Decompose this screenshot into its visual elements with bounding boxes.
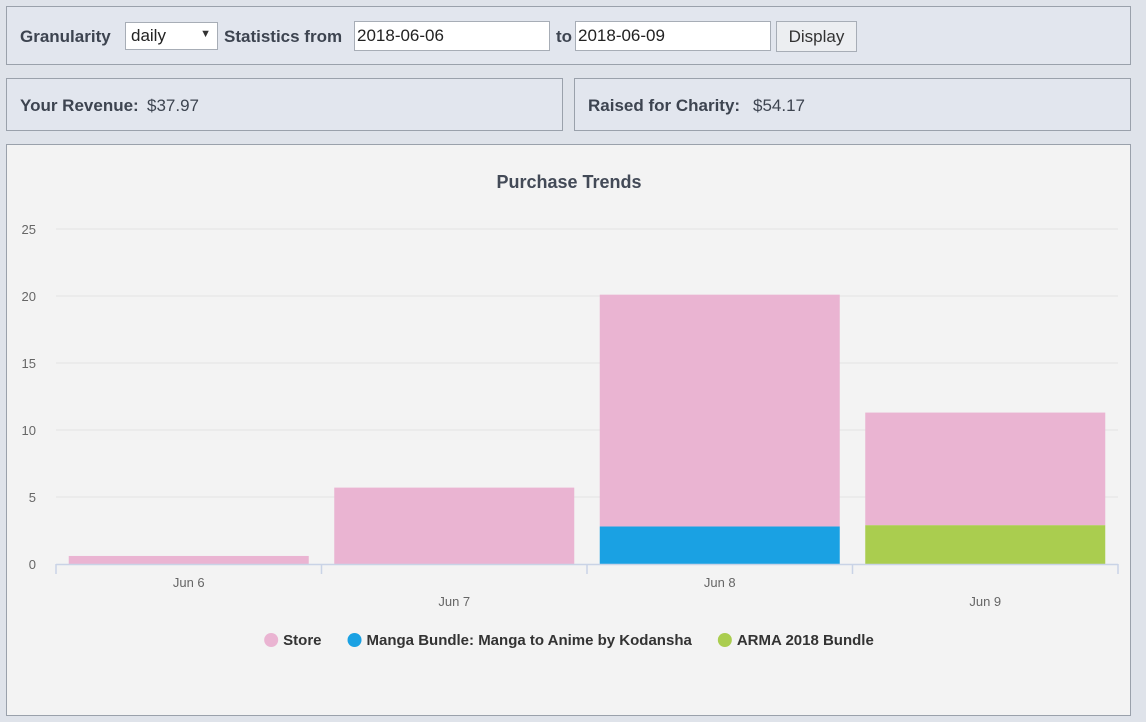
bars-layer <box>68 294 1106 564</box>
filter-bar: Granularity daily ▼ Statistics from 2018… <box>6 6 1131 65</box>
x-tick-label: Jun 7 <box>438 594 470 609</box>
legend-marker <box>717 633 732 647</box>
charity-label: Raised for Charity: <box>588 96 741 115</box>
statistics-from-label: Statistics from <box>224 27 343 46</box>
bar-jun-9 <box>865 525 1106 564</box>
y-tick-label: 25 <box>22 222 36 237</box>
bar-jun-8 <box>599 526 840 564</box>
bar-jun-7 <box>334 487 575 564</box>
legend-label: Store <box>283 632 321 649</box>
to-label: to <box>556 27 573 46</box>
x-tick-label: Jun 9 <box>969 594 1001 609</box>
revenue-value: $37.97 <box>147 96 199 115</box>
legend-item: Store <box>264 632 322 649</box>
legend: Store Manga Bundle: Manga to Anime by Kod… <box>264 632 874 649</box>
from-date-input[interactable]: 2018-06-06 <box>354 21 550 51</box>
revenue-label: Your Revenue: <box>20 96 139 115</box>
y-tick-label: 20 <box>22 289 36 304</box>
purchase-trends-chart: Purchase Trends 0510152025 Jun 6Jun 7Jun… <box>22 172 1119 649</box>
legend-item: Manga Bundle: Manga to Anime by Kodansha <box>347 632 693 649</box>
axis-layer: Jun 6 Jun 7 Jun 8 Jun 9 <box>55 563 1119 609</box>
charity-box: Raised for Charity: $54.17 <box>574 78 1131 131</box>
legend-label: ARMA 2018 Bundle <box>737 632 874 649</box>
display-button[interactable]: Display <box>776 21 857 52</box>
bar-jun-9 <box>865 412 1106 526</box>
bar-jun-6 <box>68 555 309 564</box>
granularity-select[interactable]: daily ▼ <box>125 22 218 50</box>
legend-item: ARMA 2018 Bundle <box>717 632 874 649</box>
chevron-down-icon: ▼ <box>200 28 211 40</box>
chart-title: Purchase Trends <box>496 172 641 192</box>
bar-jun-8 <box>599 294 840 527</box>
granularity-select-value: daily <box>131 26 166 45</box>
charity-value: $54.17 <box>753 96 805 115</box>
legend-marker <box>347 633 362 647</box>
legend-marker <box>264 633 279 647</box>
chart-panel: Purchase Trends 0 5 10 15 20 25 Jun 6 Jun 7 Jun… <box>6 144 1131 716</box>
y-tick-label: 15 <box>22 356 36 371</box>
x-tick-label: Jun 6 <box>173 575 205 590</box>
granularity-label: Granularity <box>20 27 111 46</box>
y-tick-label: 10 <box>22 423 36 438</box>
legend-label: Manga Bundle: Manga to Anime by Kodansha <box>367 632 693 649</box>
to-date-input[interactable]: 2018-06-09 <box>575 21 771 51</box>
revenue-box: Your Revenue: $37.97 <box>6 78 563 131</box>
x-tick-label: Jun 8 <box>704 575 736 590</box>
y-tick-label: 0 <box>29 557 36 572</box>
y-tick-label: 5 <box>29 490 36 505</box>
